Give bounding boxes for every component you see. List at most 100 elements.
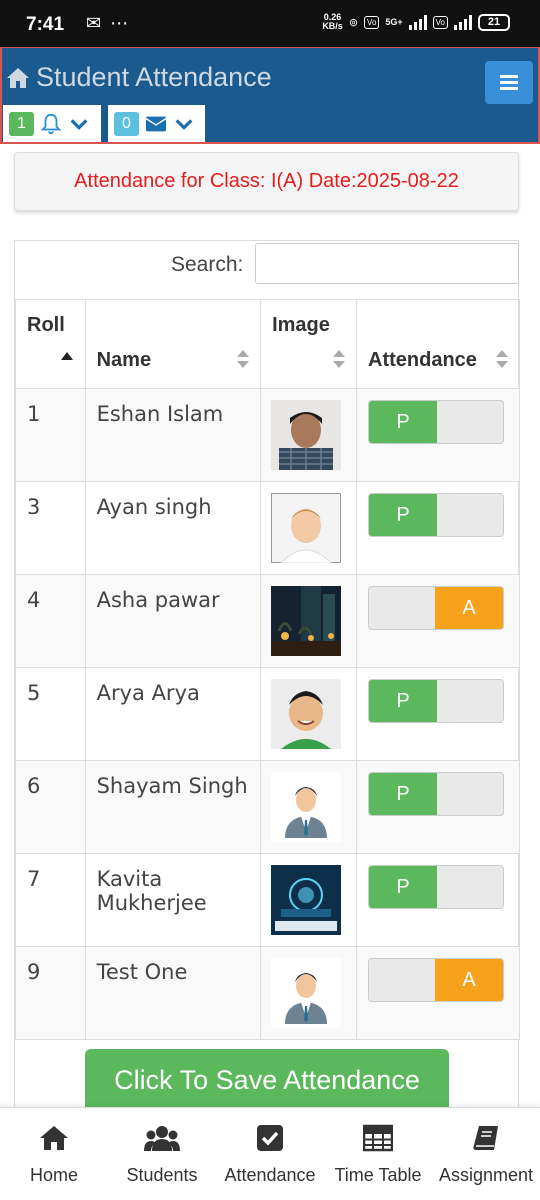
signal-icon-2 bbox=[454, 14, 472, 30]
app-header: Student Attendance 1 0 bbox=[0, 47, 540, 144]
attendance-cell: P bbox=[356, 481, 520, 575]
attendance-cell: A bbox=[356, 574, 520, 668]
student-photo bbox=[271, 679, 342, 749]
envelope-icon bbox=[145, 116, 167, 131]
save-attendance-button[interactable]: Click To Save Attendance bbox=[85, 1049, 449, 1112]
table-row: 3 Ayan singh P bbox=[15, 481, 520, 575]
attendance-toggle[interactable]: P bbox=[368, 493, 505, 537]
attendance-toggle[interactable]: P bbox=[368, 865, 505, 909]
student-photo bbox=[271, 865, 342, 935]
volte-icon: Vo bbox=[364, 15, 380, 29]
chevron-down-icon bbox=[70, 118, 88, 130]
bell-icon bbox=[40, 113, 62, 134]
notifications-dropdown[interactable]: 1 bbox=[3, 105, 101, 142]
present-indicator: P bbox=[369, 680, 438, 722]
present-indicator: P bbox=[369, 401, 438, 443]
sort-icon bbox=[496, 350, 508, 368]
student-photo bbox=[271, 586, 342, 656]
attendance-table: Roll Name Image Attendance 1 Eshan Islam… bbox=[15, 299, 520, 1040]
column-header-attendance[interactable]: Attendance bbox=[356, 299, 520, 389]
absent-indicator: A bbox=[435, 587, 504, 629]
name-cell: Test One bbox=[84, 946, 262, 1040]
messages-dropdown[interactable]: 0 bbox=[108, 105, 205, 142]
attendance-table-wrapper: Search: Roll Name Image Attendance 1 Esh… bbox=[14, 240, 520, 1110]
status-time: 7:41 bbox=[26, 14, 65, 35]
home-icon bbox=[40, 1126, 68, 1150]
network-speed: 0.26 KB/s bbox=[322, 12, 343, 31]
gmail-icon: ✉ ⋯ bbox=[86, 13, 131, 33]
nav-assignment[interactable]: Assignment bbox=[432, 1108, 540, 1200]
table-icon bbox=[363, 1124, 393, 1152]
roll-cell: 3 bbox=[15, 481, 86, 575]
image-cell bbox=[260, 574, 358, 668]
student-photo bbox=[271, 400, 342, 470]
roll-cell: 9 bbox=[15, 946, 86, 1040]
search-input[interactable] bbox=[255, 243, 519, 284]
nav-timetable[interactable]: Time Table bbox=[324, 1108, 432, 1200]
avatar-placeholder-icon bbox=[271, 772, 342, 842]
hotspot-icon: ⊚ bbox=[348, 16, 359, 29]
nav-attendance[interactable]: Attendance bbox=[216, 1108, 324, 1200]
name-cell: Eshan Islam bbox=[84, 388, 262, 482]
name-cell: Kavita Mukherjee bbox=[84, 853, 262, 947]
table-row: 9 Test One A bbox=[15, 946, 520, 1040]
roll-cell: 7 bbox=[15, 853, 86, 947]
name-cell: Shayam Singh bbox=[84, 760, 262, 854]
table-row: 5 Arya Arya P bbox=[15, 667, 520, 761]
column-header-name[interactable]: Name bbox=[84, 299, 262, 389]
attendance-cell: P bbox=[356, 760, 520, 854]
nav-students[interactable]: Students bbox=[108, 1108, 216, 1200]
attendance-toggle[interactable]: P bbox=[368, 400, 505, 444]
name-cell: Asha pawar bbox=[84, 574, 262, 668]
name-cell: Ayan singh bbox=[84, 481, 262, 575]
network-type: 5G+ bbox=[385, 17, 403, 27]
roll-cell: 1 bbox=[15, 388, 86, 482]
present-indicator: P bbox=[369, 866, 438, 908]
roll-cell: 6 bbox=[15, 760, 86, 854]
table-row: 7 Kavita Mukherjee P bbox=[15, 853, 520, 947]
status-bar: 7:41 ✉ ⋯ 0.26 KB/s ⊚ Vo 5G+ Vo 21 bbox=[0, 0, 540, 47]
present-indicator: P bbox=[369, 773, 438, 815]
image-cell bbox=[260, 760, 358, 854]
attendance-toggle[interactable]: P bbox=[368, 679, 505, 723]
users-icon bbox=[144, 1126, 180, 1151]
attendance-cell: A bbox=[356, 946, 520, 1040]
notification-count-badge: 1 bbox=[9, 111, 34, 136]
attendance-toggle[interactable]: A bbox=[368, 958, 505, 1002]
column-header-image[interactable]: Image bbox=[260, 299, 358, 389]
roll-cell: 5 bbox=[15, 667, 86, 761]
search-row: Search: bbox=[15, 241, 519, 299]
image-cell bbox=[260, 667, 358, 761]
table-row: 6 Shayam Singh P bbox=[15, 760, 520, 854]
class-info-text: Attendance for Class: I(A) Date:2025-08-… bbox=[74, 170, 459, 192]
sort-icon bbox=[237, 350, 250, 368]
absent-indicator: A bbox=[435, 959, 504, 1001]
image-cell bbox=[260, 853, 358, 947]
avatar-placeholder-icon bbox=[271, 958, 342, 1028]
column-header-roll[interactable]: Roll bbox=[15, 299, 86, 389]
attendance-cell: P bbox=[356, 853, 520, 947]
class-info-panel: Attendance for Class: I(A) Date:2025-08-… bbox=[14, 152, 519, 211]
menu-toggle-button[interactable] bbox=[485, 61, 533, 104]
image-cell bbox=[260, 388, 358, 482]
book-icon bbox=[473, 1126, 498, 1150]
page-title[interactable]: Student Attendance bbox=[6, 62, 272, 93]
sort-icon bbox=[333, 350, 346, 368]
table-row: 1 Eshan Islam P bbox=[15, 388, 520, 482]
search-label: Search: bbox=[171, 253, 244, 276]
attendance-cell: P bbox=[356, 388, 520, 482]
home-icon bbox=[7, 67, 29, 88]
nav-home[interactable]: Home bbox=[0, 1108, 108, 1200]
present-indicator: P bbox=[369, 494, 438, 536]
attendance-toggle[interactable]: A bbox=[368, 586, 505, 630]
student-photo bbox=[271, 493, 342, 563]
chevron-down-icon bbox=[175, 118, 193, 130]
image-cell bbox=[260, 481, 358, 575]
table-row: 4 Asha pawar A bbox=[15, 574, 520, 668]
name-cell: Arya Arya bbox=[84, 667, 262, 761]
attendance-toggle[interactable]: P bbox=[368, 772, 505, 816]
bottom-navigation: Home Students Attendance Time Table Assi… bbox=[0, 1107, 540, 1200]
volte-icon-2: Vo bbox=[432, 15, 448, 29]
attendance-cell: P bbox=[356, 667, 520, 761]
sort-asc-icon bbox=[60, 352, 73, 360]
